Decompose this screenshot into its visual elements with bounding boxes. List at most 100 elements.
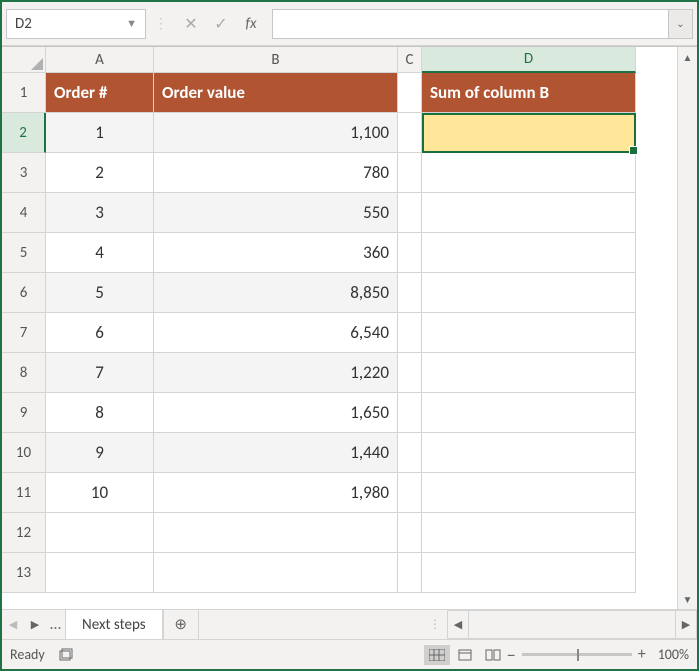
vertical-scrollbar[interactable]: ▲ ▼ bbox=[677, 47, 697, 609]
column-header-A[interactable]: A bbox=[46, 47, 154, 73]
cell-C4[interactable] bbox=[398, 193, 422, 233]
cell-A11[interactable]: 10 bbox=[46, 473, 154, 513]
cell-B12[interactable] bbox=[154, 513, 398, 553]
cell-D12[interactable] bbox=[422, 513, 636, 553]
cell-A4[interactable]: 3 bbox=[46, 193, 154, 233]
zoom-slider[interactable] bbox=[522, 653, 632, 656]
insert-function-button[interactable]: fx bbox=[236, 10, 266, 38]
cell-A5[interactable]: 4 bbox=[46, 233, 154, 273]
zoom-level[interactable]: 100% bbox=[658, 646, 689, 663]
cell-D7[interactable] bbox=[422, 313, 636, 353]
cell-C13[interactable] bbox=[398, 553, 422, 593]
cell-B10[interactable]: 1,440 bbox=[154, 433, 398, 473]
formula-bar-grip-icon[interactable]: ⋮ bbox=[146, 15, 176, 32]
cell-B2[interactable]: 1,100 bbox=[154, 113, 398, 153]
tabs-next-icon[interactable]: ▶ bbox=[24, 610, 46, 639]
row-header-7[interactable]: 7 bbox=[2, 313, 46, 353]
cell-D2[interactable] bbox=[422, 113, 636, 153]
cell-D9[interactable] bbox=[422, 393, 636, 433]
cell-C8[interactable] bbox=[398, 353, 422, 393]
row-header-6[interactable]: 6 bbox=[2, 273, 46, 313]
column-header-C[interactable]: C bbox=[398, 47, 422, 73]
cell-D8[interactable] bbox=[422, 353, 636, 393]
cell-A9[interactable]: 8 bbox=[46, 393, 154, 433]
scroll-down-icon[interactable]: ▼ bbox=[678, 589, 697, 609]
cell-A10[interactable]: 9 bbox=[46, 433, 154, 473]
row-header-3[interactable]: 3 bbox=[2, 153, 46, 193]
cell-D3[interactable] bbox=[422, 153, 636, 193]
cell-D10[interactable] bbox=[422, 433, 636, 473]
cell-B13[interactable] bbox=[154, 553, 398, 593]
cell-B7[interactable]: 6,540 bbox=[154, 313, 398, 353]
cell-B6[interactable]: 8,850 bbox=[154, 273, 398, 313]
row-header-5[interactable]: 5 bbox=[2, 233, 46, 273]
tabs-resize-grip-icon[interactable]: ⋮ bbox=[423, 610, 447, 639]
macro-record-icon[interactable] bbox=[59, 648, 75, 662]
row-header-8[interactable]: 8 bbox=[2, 353, 46, 393]
cell-A8[interactable]: 7 bbox=[46, 353, 154, 393]
cell-B11[interactable]: 1,980 bbox=[154, 473, 398, 513]
cell-C2[interactable] bbox=[398, 113, 422, 153]
new-sheet-button[interactable]: ⊕ bbox=[163, 610, 199, 639]
sheet-tab-active[interactable]: Next steps bbox=[65, 610, 163, 639]
scroll-left-icon[interactable]: ◀ bbox=[447, 610, 469, 639]
name-box-dropdown-icon[interactable]: ▼ bbox=[126, 17, 137, 30]
cell-A2[interactable]: 1 bbox=[46, 113, 154, 153]
tabs-overflow-icon[interactable]: … bbox=[46, 610, 65, 639]
tabs-prev-icon[interactable]: ◀ bbox=[2, 610, 24, 639]
cell-D4[interactable] bbox=[422, 193, 636, 233]
name-box[interactable]: D2 ▼ bbox=[6, 9, 146, 39]
zoom-out-button[interactable]: − bbox=[507, 644, 516, 666]
row-header-11[interactable]: 11 bbox=[2, 473, 46, 513]
cell-B5[interactable]: 360 bbox=[154, 233, 398, 273]
worksheet-area: A B C D 1 Order # Order value Sum of col… bbox=[2, 46, 697, 609]
row-header-2[interactable]: 2 bbox=[2, 113, 46, 153]
cell-C5[interactable] bbox=[398, 233, 422, 273]
cell-C6[interactable] bbox=[398, 273, 422, 313]
normal-view-button[interactable] bbox=[424, 645, 450, 665]
cell-B9[interactable]: 1,650 bbox=[154, 393, 398, 433]
cell-B3[interactable]: 780 bbox=[154, 153, 398, 193]
cell-B8[interactable]: 1,220 bbox=[154, 353, 398, 393]
zoom-in-button[interactable]: + bbox=[638, 645, 646, 664]
select-all-button[interactable] bbox=[2, 47, 46, 73]
row-header-9[interactable]: 9 bbox=[2, 393, 46, 433]
scroll-right-icon[interactable]: ▶ bbox=[675, 610, 697, 639]
row-header-13[interactable]: 13 bbox=[2, 553, 46, 593]
column-header-B[interactable]: B bbox=[154, 47, 398, 73]
page-break-view-button[interactable] bbox=[480, 645, 506, 665]
cell-C1[interactable] bbox=[398, 73, 422, 113]
cell-A1[interactable]: Order # bbox=[46, 73, 154, 113]
cell-C11[interactable] bbox=[398, 473, 422, 513]
cell-D5[interactable] bbox=[422, 233, 636, 273]
cell-A7[interactable]: 6 bbox=[46, 313, 154, 353]
column-header-D[interactable]: D bbox=[422, 47, 636, 73]
cell-A12[interactable] bbox=[46, 513, 154, 553]
cell-A6[interactable]: 5 bbox=[46, 273, 154, 313]
row-header-4[interactable]: 4 bbox=[2, 193, 46, 233]
cell-A3[interactable]: 2 bbox=[46, 153, 154, 193]
row-header-1[interactable]: 1 bbox=[2, 73, 46, 113]
formula-input[interactable] bbox=[272, 9, 669, 39]
cell-D6[interactable] bbox=[422, 273, 636, 313]
cell-C3[interactable] bbox=[398, 153, 422, 193]
cell-D13[interactable] bbox=[422, 553, 636, 593]
worksheet-grid[interactable]: A B C D 1 Order # Order value Sum of col… bbox=[2, 47, 677, 609]
cell-B1[interactable]: Order value bbox=[154, 73, 398, 113]
scroll-up-icon[interactable]: ▲ bbox=[678, 47, 697, 67]
cell-D1[interactable]: Sum of column B bbox=[422, 73, 636, 113]
row-4: 4 3 550 bbox=[2, 193, 677, 233]
horizontal-scrollbar[interactable]: ◀ ▶ bbox=[447, 610, 697, 639]
cell-B4[interactable]: 550 bbox=[154, 193, 398, 233]
cell-C12[interactable] bbox=[398, 513, 422, 553]
row-header-10[interactable]: 10 bbox=[2, 433, 46, 473]
cell-C10[interactable] bbox=[398, 433, 422, 473]
cell-C9[interactable] bbox=[398, 393, 422, 433]
row-header-12[interactable]: 12 bbox=[2, 513, 46, 553]
expand-formula-bar-icon[interactable]: ⌄ bbox=[669, 9, 693, 39]
scroll-track[interactable] bbox=[469, 610, 675, 639]
cell-D11[interactable] bbox=[422, 473, 636, 513]
cell-C7[interactable] bbox=[398, 313, 422, 353]
page-layout-view-button[interactable] bbox=[452, 645, 478, 665]
cell-A13[interactable] bbox=[46, 553, 154, 593]
